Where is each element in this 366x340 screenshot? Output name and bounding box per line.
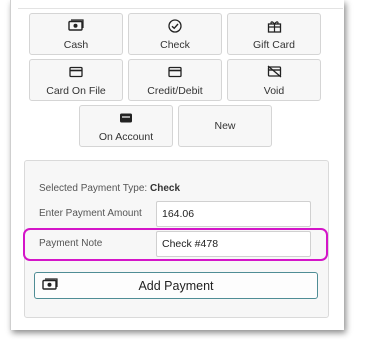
check-label: Check: [160, 39, 190, 51]
void-card-icon: [228, 64, 320, 79]
gift-card-icon: [228, 18, 320, 33]
card-on-file-button[interactable]: Card On File: [29, 59, 123, 101]
credit-debit-label: Credit/Debit: [147, 85, 203, 97]
payment-note-input[interactable]: [156, 231, 311, 257]
gift-card-button[interactable]: Gift Card: [227, 13, 321, 55]
amount-input[interactable]: [156, 201, 311, 227]
check-circle-icon: [129, 18, 221, 33]
cash-icon: [30, 18, 122, 33]
credit-card-icon: [129, 64, 221, 79]
credit-debit-button[interactable]: Credit/Debit: [128, 59, 222, 101]
void-label: Void: [263, 85, 285, 97]
new-button[interactable]: New: [178, 105, 272, 147]
amount-label: Enter Payment Amount: [39, 208, 142, 219]
void-button[interactable]: Void: [227, 59, 321, 101]
payment-note-label: Payment Note: [39, 238, 103, 249]
wallet-icon: [80, 110, 172, 125]
cash-label: Cash: [63, 39, 89, 51]
gift-card-label: Gift Card: [252, 39, 295, 51]
selected-type-value: Check: [150, 183, 181, 194]
on-account-button[interactable]: On Account: [79, 105, 173, 147]
cash-button[interactable]: Cash: [29, 13, 123, 55]
selected-type-label: Selected Payment Type:: [39, 183, 148, 194]
add-payment-button[interactable]: Add Payment: [34, 272, 318, 299]
credit-card-icon: [30, 64, 122, 79]
divider: [18, 8, 343, 9]
check-button[interactable]: Check: [128, 13, 222, 55]
new-label: New: [214, 120, 236, 132]
card-on-file-label: Card On File: [46, 85, 106, 97]
on-account-label: On Account: [98, 131, 154, 143]
selected-payment-type: Selected Payment Type: Check: [39, 183, 180, 194]
add-payment-label: Add Payment: [138, 279, 214, 293]
